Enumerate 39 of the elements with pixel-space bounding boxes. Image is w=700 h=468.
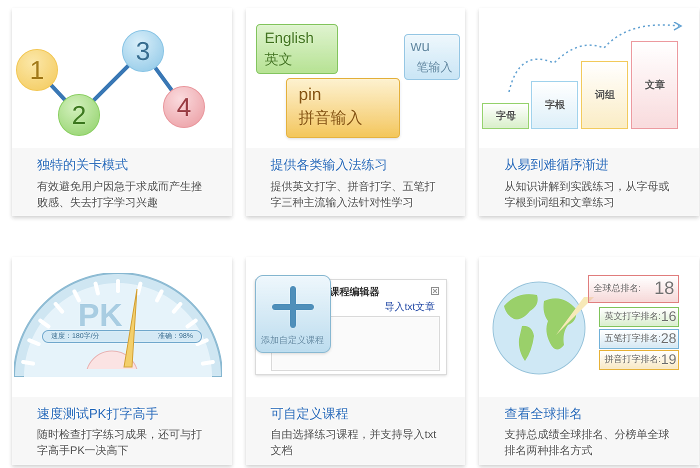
rank-value: 28 xyxy=(660,329,676,348)
rank-label: 拼音打字排名: xyxy=(604,352,661,366)
step-bar: 文章 xyxy=(631,41,678,129)
card-description: 随时检查打字练习成果，还可与打字高手PK一决高下 xyxy=(37,428,203,459)
level-badge: 1 xyxy=(16,49,58,91)
rank-label: 全球总排名: xyxy=(593,282,641,295)
close-icon[interactable] xyxy=(430,286,439,294)
method-caption: 笔输入 xyxy=(416,59,453,76)
level-badge: 4 xyxy=(163,86,205,128)
pk-label: PK xyxy=(78,298,122,330)
plus-icon xyxy=(270,284,316,330)
card-description: 提供英文打字、拼音打字、五笔打字三种主流输入法针对性学习 xyxy=(270,180,437,210)
card-description: 自由选择练习课程，并支持导入txt文档 xyxy=(270,428,438,459)
rank-label: 五笔打字排名: xyxy=(604,332,661,345)
card-title: 从易到难循序渐进 xyxy=(504,156,610,174)
rank-value: 16 xyxy=(660,307,676,326)
method-word: pin xyxy=(298,84,322,106)
method-caption: 拼音输入 xyxy=(298,108,364,129)
card-title: 可自定义课程 xyxy=(270,404,350,422)
card-description: 支持总成绩全球排名、分榜单全球排名两种排名方式 xyxy=(504,428,670,459)
rank-value: 19 xyxy=(660,350,676,369)
level-badge: 2 xyxy=(58,94,100,136)
card-title: 查看全球排名 xyxy=(504,404,584,422)
card-title: 独特的关卡模式 xyxy=(37,156,129,174)
import-link[interactable]: 导入txt文章 xyxy=(384,300,436,314)
card-title: 速度测试PK打字高手 xyxy=(37,404,160,422)
step-bar: 词组 xyxy=(581,61,628,129)
step-bar: 字根 xyxy=(531,81,578,129)
level-badge: 3 xyxy=(122,30,164,72)
method-caption: 英文 xyxy=(264,50,294,69)
card-description: 从知识讲解到实践练习，从字母或字根到词组和文章练习 xyxy=(504,180,670,210)
method-word: wu xyxy=(410,37,431,57)
step-bar: 字母 xyxy=(482,103,530,129)
rank-value: 18 xyxy=(654,277,674,300)
card-title: 提供各类输入法练习 xyxy=(270,156,389,174)
rank-label: 英文打字排名: xyxy=(604,310,661,323)
callout-pointer xyxy=(554,296,594,336)
method-word: English xyxy=(264,29,315,49)
card-description: 有效避免用户因急于求成而产生挫败感、失去打字学习兴趣 xyxy=(37,180,203,210)
